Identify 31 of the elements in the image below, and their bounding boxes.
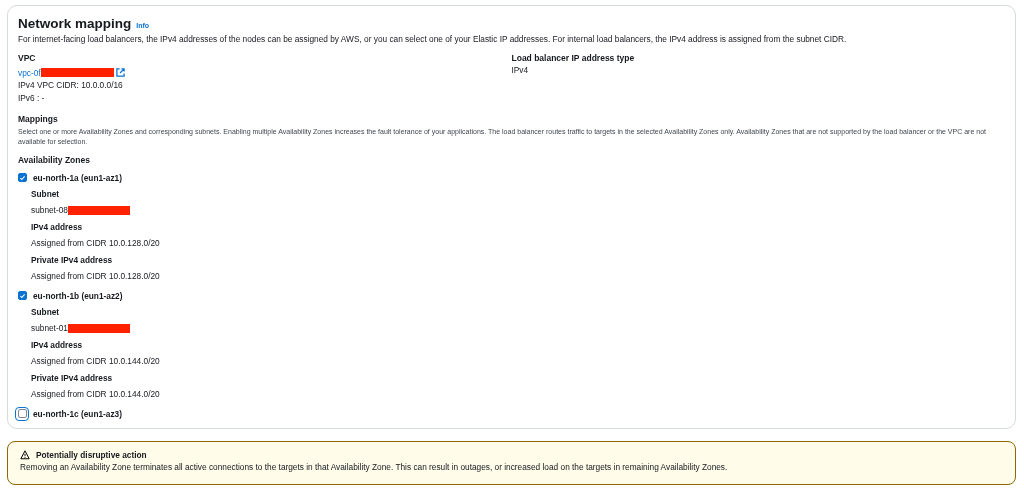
warning-title: Potentially disruptive action: [36, 450, 147, 460]
vpc-link[interactable]: vpc-0f: [18, 67, 41, 78]
field-label: IPv4 address: [31, 221, 84, 234]
zones-label: Availability Zones: [18, 155, 91, 166]
section-title: Network mapping: [18, 16, 132, 31]
warning-text: Removing an Availability Zone terminates all active connections to the targets in that Availability Zone. This can result in outages, or increased load on the targets in remaining Availability Zones.: [20, 462, 729, 472]
field-label: Private IPv4 address: [31, 372, 114, 385]
field-label: Private IPv4 address: [31, 254, 114, 267]
field-label: IPv4 address: [31, 339, 84, 352]
field-label: Subnet: [31, 306, 61, 319]
external-link-icon[interactable]: [115, 68, 125, 77]
field-label: Subnet: [31, 188, 61, 201]
section-description: For internet-facing load balancers, the IPv4 addresses of the nodes can be assigned by AWS, or you can select one of your Elastic IP addresses. For internal load balancers, the IPv4 address is assigned from the subnet CIDR.: [18, 34, 848, 44]
vpc-cidr: IPv4 VPC CIDR: 10.0.0.0/16: [18, 79, 124, 92]
zone-name: eu-north-1b (eun1-az2): [33, 290, 123, 301]
zone-checkbox[interactable]: [17, 291, 27, 300]
ip-type-label: Load balancer IP address type: [511, 53, 636, 64]
field-value: Assigned from CIDR 10.0.144.0/20: [31, 388, 160, 401]
vpc-label: VPC: [18, 53, 37, 64]
field-value: Assigned from CIDR 10.0.144.0/20: [31, 355, 160, 368]
field-value: subnet-08: [31, 204, 68, 217]
mappings-label: Mappings: [18, 114, 59, 125]
zone-name: eu-north-1a (eun1-az1): [33, 172, 122, 183]
vpc-ipv6: IPv6 : -: [18, 91, 46, 104]
ip-type-value: IPv4: [511, 64, 530, 77]
zone-name: eu-north-1c (eun1-az3): [33, 408, 122, 419]
warning-icon: [20, 450, 30, 460]
field-value: Assigned from CIDR 10.0.128.0/20: [31, 270, 160, 283]
zone-checkbox[interactable]: [17, 173, 27, 182]
field-value: Assigned from CIDR 10.0.128.0/20: [31, 237, 160, 250]
field-value: subnet-01: [31, 322, 68, 335]
